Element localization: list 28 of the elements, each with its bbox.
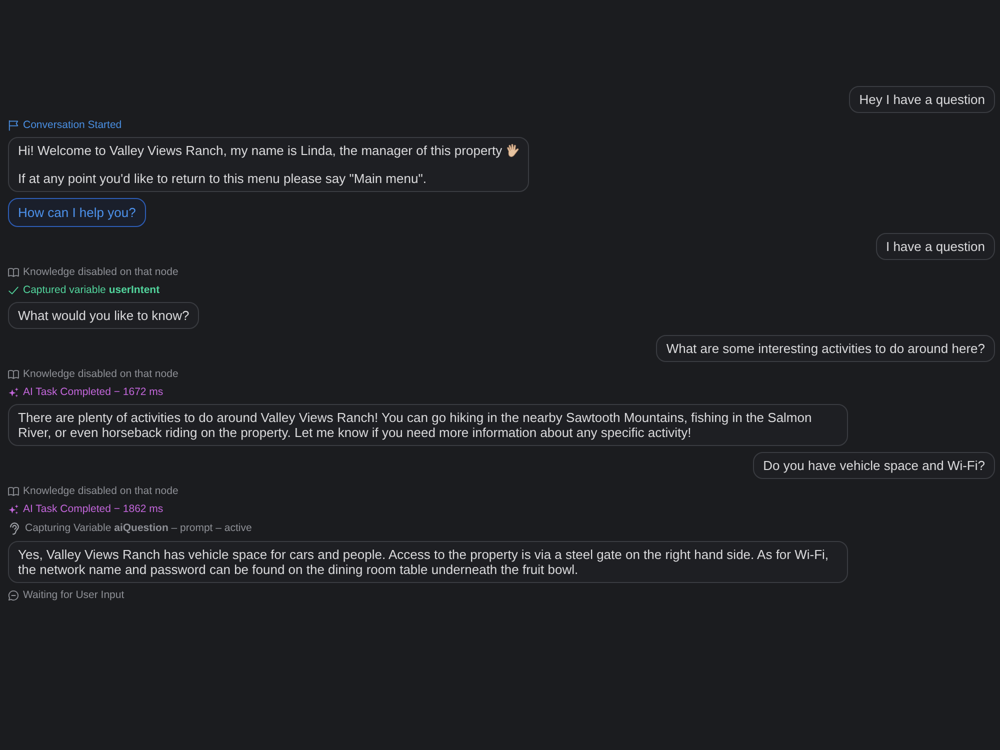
event-label: Waiting for User Input xyxy=(23,589,124,601)
chat-bubble-icon xyxy=(8,590,19,600)
event-label: Capturing Variable aiQuestion – prompt – active xyxy=(25,522,252,534)
message-text: Yes, Valley Views Ranch has vehicle space for cars and people. Access to the property is via a steel gate on the right hand side. As for Wi-Fi, the network name and password can be found on the dining room table underneath the fruit bowl. xyxy=(18,547,830,577)
sparkle-icon xyxy=(8,386,19,398)
book-icon xyxy=(8,368,19,380)
event-label: AI Task Completed − 1862 ms xyxy=(23,503,164,515)
book-icon xyxy=(8,486,19,496)
message-text: Hi! Welcome to Valley Views Ranch, my name is Linda, the manager of this property xyxy=(18,143,502,158)
message-text: Do you have vehicle space and Wi-Fi? xyxy=(763,458,985,473)
message-text: What would you like to know? xyxy=(18,308,190,323)
event-label: Captured variable userIntent xyxy=(23,284,160,296)
message-text: If at any point you'd like to return to this menu please say "Main menu". xyxy=(18,171,426,186)
event-label: Knowledge disabled on that node xyxy=(23,266,178,278)
message-text: What are some interesting activities to do around here? xyxy=(666,341,985,356)
event-label: Knowledge disabled on that node xyxy=(23,368,178,380)
message-text: There are plenty of activities to do around Valley Views Ranch! You can go hiking in the nearby Sawtooth Mountains, fishing in the Salmon River, or even horseback riding on the property. Let me know if you need more information about any specific activity! xyxy=(18,410,813,440)
quick-reply-button[interactable]: How can I help you? xyxy=(8,198,146,227)
event-label: Conversation Started xyxy=(23,119,122,131)
event-label: AI Task Completed − 1672 ms xyxy=(23,386,164,398)
ear-icon xyxy=(8,522,21,534)
flag-icon xyxy=(8,120,19,130)
message-text: Hey I have a question xyxy=(859,92,985,107)
book-icon xyxy=(8,266,19,278)
sparkle-icon xyxy=(8,504,19,514)
check-icon xyxy=(8,284,19,296)
event-label: Knowledge disabled on that node xyxy=(23,485,178,497)
message-text: I have a question xyxy=(886,239,985,254)
